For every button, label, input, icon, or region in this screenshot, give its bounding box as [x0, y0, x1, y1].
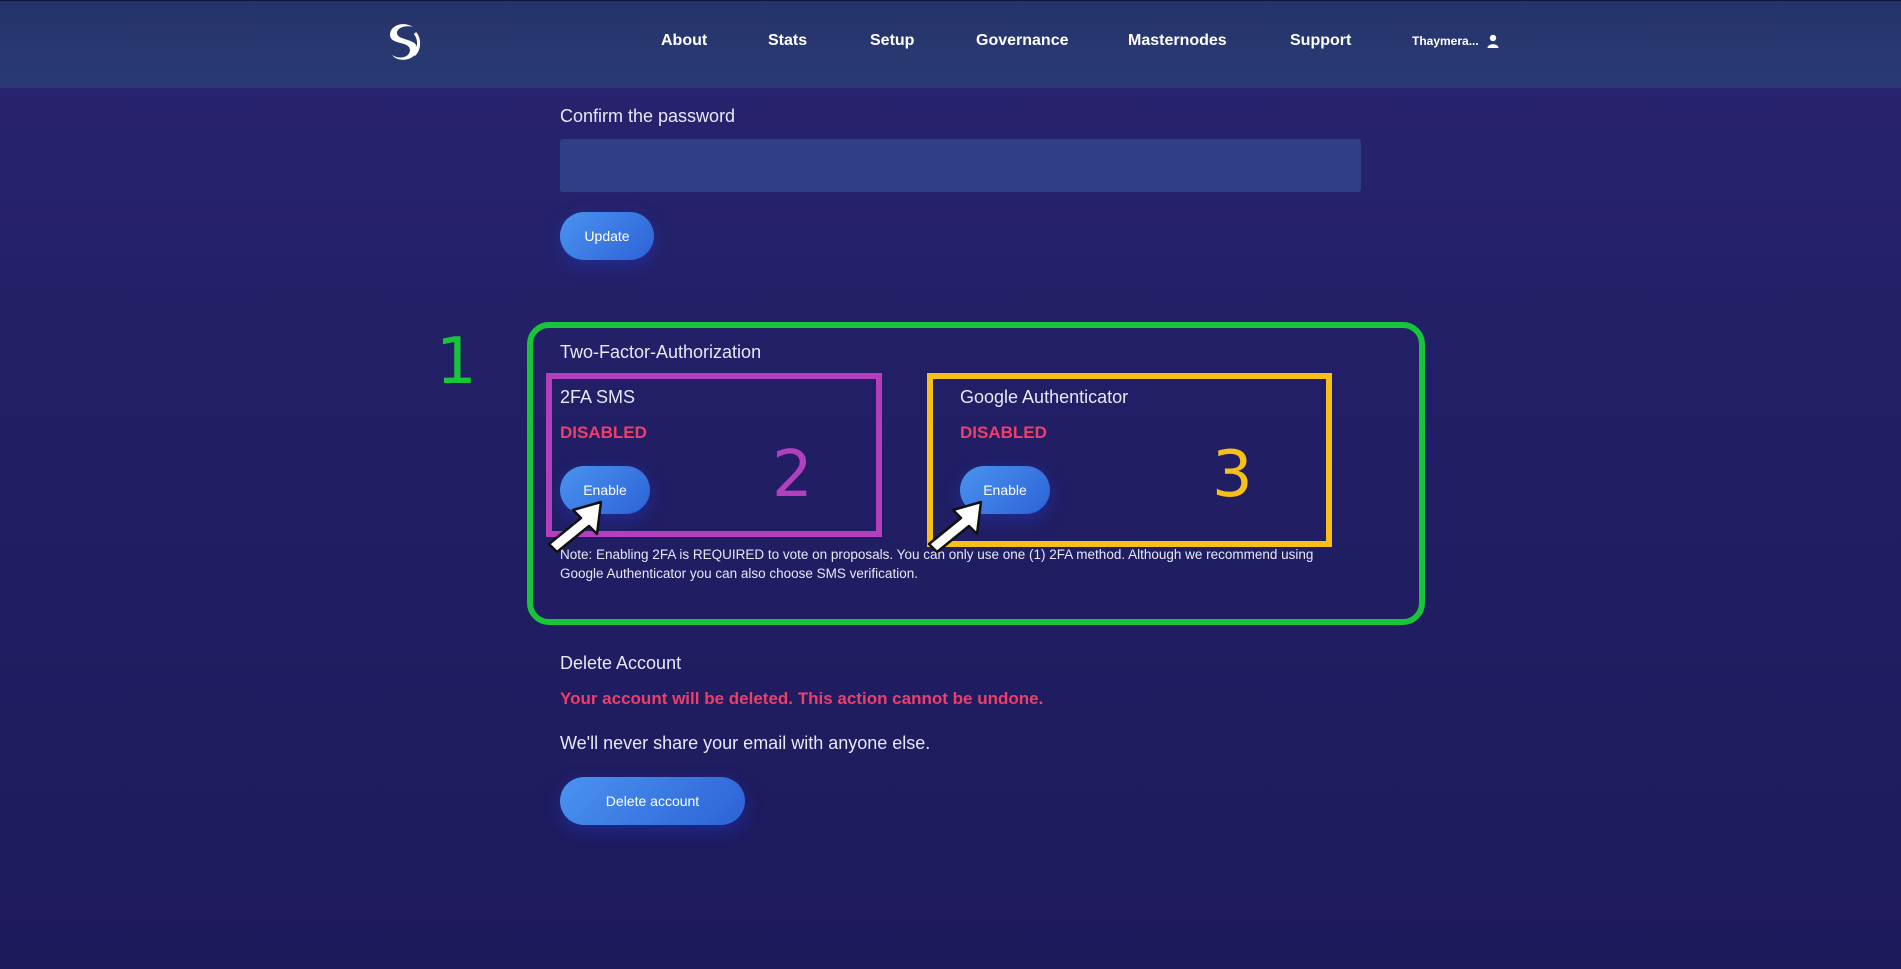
two-factor-title: Two-Factor-Authorization [560, 342, 762, 362]
delete-account-title: Delete Account [560, 653, 682, 673]
google-auth-title: Google Authenticator [960, 387, 1129, 407]
logo-icon[interactable] [380, 19, 426, 65]
confirm-password-label: Confirm the password [560, 106, 736, 126]
nav-about[interactable]: About [661, 32, 707, 50]
annotation-number-3: 3 [1212, 438, 1253, 512]
delete-account-button[interactable]: Delete account [560, 777, 745, 825]
top-navbar: About Stats Setup Governance Masternodes… [0, 0, 1901, 88]
pointer-arrow-icon [547, 500, 603, 554]
user-menu[interactable]: Thaymera... [1412, 34, 1499, 48]
nav-stats[interactable]: Stats [768, 32, 807, 50]
update-button[interactable]: Update [560, 212, 654, 260]
annotation-number-1: 1 [436, 325, 477, 399]
sms-2fa-title: 2FA SMS [560, 387, 636, 407]
nav-masternodes[interactable]: Masternodes [1128, 32, 1227, 50]
nav-support[interactable]: Support [1290, 32, 1351, 50]
annotation-number-2: 2 [772, 438, 813, 512]
nav-governance[interactable]: Governance [976, 32, 1068, 50]
user-name: Thaymera... [1412, 34, 1479, 48]
email-privacy-text: We'll never share your email with anyone… [560, 733, 931, 753]
google-auth-status: DISABLED [960, 423, 1047, 442]
user-icon [1487, 34, 1499, 48]
delete-warning: Your account will be deleted. This actio… [560, 689, 1044, 708]
confirm-password-input[interactable] [560, 139, 1361, 192]
pointer-arrow-icon [927, 500, 983, 554]
sms-2fa-status: DISABLED [560, 423, 647, 442]
nav-setup[interactable]: Setup [870, 32, 914, 50]
